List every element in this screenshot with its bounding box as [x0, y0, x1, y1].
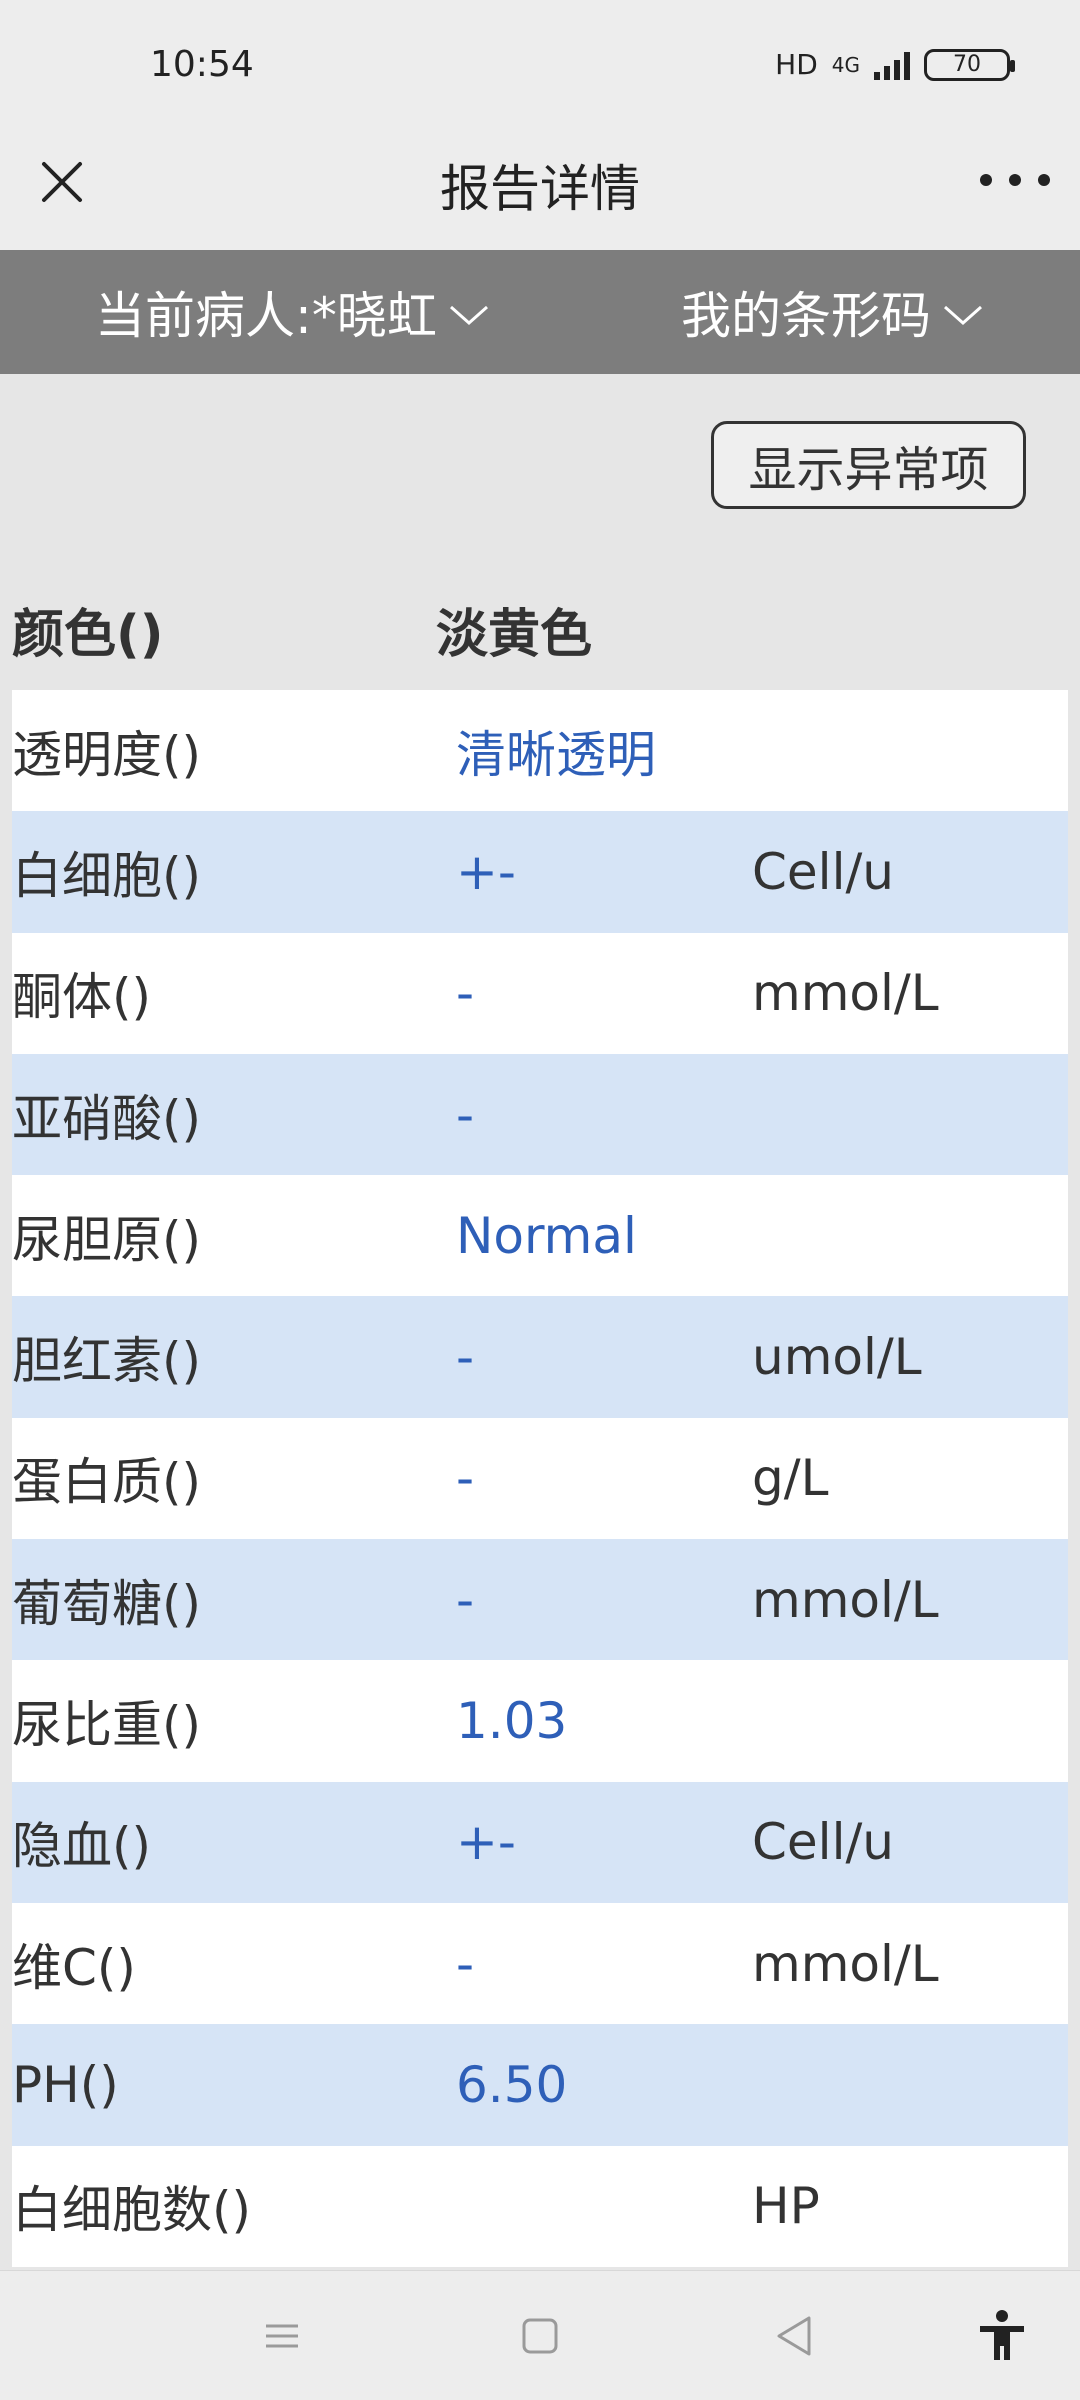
- result-unit: mmol/L: [752, 964, 939, 1023]
- status-bar: 10:54 HD 4G 70: [0, 0, 1080, 120]
- table-row: PH() 6.50: [12, 2024, 1068, 2146]
- more-options-icon[interactable]: [980, 160, 1050, 200]
- result-name: 葡萄糖(): [12, 1574, 202, 1633]
- table-row: 酮体() - mmol/L: [12, 932, 1068, 1054]
- chevron-down-icon: [941, 283, 985, 341]
- battery-level: 70: [953, 52, 981, 77]
- system-nav-bar: [0, 2270, 1080, 2400]
- patient-selector[interactable]: 当前病人:*晓虹: [95, 276, 491, 348]
- result-row-color: 颜色() 淡黄色: [12, 564, 1068, 679]
- status-icons: HD 4G 70: [775, 48, 1015, 81]
- table-row: 亚硝酸() -: [12, 1053, 1068, 1176]
- table-row: 隐血() +- Cell/u: [12, 1781, 1068, 1903]
- result-unit: Cell/u: [752, 842, 894, 901]
- result-unit: umol/L: [752, 1328, 922, 1387]
- back-icon[interactable]: [765, 2306, 825, 2366]
- result-unit: Cell/u: [752, 1813, 894, 1872]
- result-name: 透明度(): [12, 725, 202, 784]
- show-abnormal-button[interactable]: 显示异常项: [711, 421, 1026, 509]
- result-unit: mmol/L: [752, 1570, 939, 1629]
- result-name: 维C(): [12, 1938, 136, 1997]
- result-name: 隐血(): [12, 1817, 152, 1876]
- result-name: 颜色(): [12, 605, 164, 665]
- table-row: 蛋白质() - g/L: [12, 1417, 1068, 1540]
- table-row: 胆红素() - umol/L: [12, 1296, 1068, 1418]
- close-icon[interactable]: [30, 150, 94, 214]
- result-name: 尿胆原(): [12, 1210, 202, 1269]
- results-table: 透明度() 清晰透明 白细胞() +- Cell/u 酮体() - mmol/L…: [12, 690, 1068, 2267]
- result-name: 酮体(): [12, 968, 152, 1027]
- app-root: 10:54 HD 4G 70 报告详情 当前病人:*晓虹 我的条形码 显示异常项…: [0, 0, 1080, 2400]
- result-value: Normal: [456, 1206, 637, 1265]
- result-value: +-: [456, 1813, 516, 1872]
- battery-icon: 70: [924, 48, 1015, 81]
- result-name: 亚硝酸(): [12, 1089, 202, 1148]
- result-value: -: [456, 964, 475, 1023]
- page-title: 报告详情: [440, 160, 640, 218]
- result-unit: mmol/L: [752, 1934, 939, 1993]
- signal-icon: [874, 50, 910, 80]
- hd-label: HD: [775, 48, 818, 81]
- accessibility-icon[interactable]: [972, 2306, 1032, 2366]
- barcode-selector-label: 我的条形码: [680, 287, 931, 345]
- patient-selector-label: 当前病人:*晓虹: [95, 287, 437, 345]
- barcode-selector[interactable]: 我的条形码: [681, 276, 985, 348]
- table-row: 白细胞数() HP: [12, 2145, 1068, 2267]
- table-row: 尿胆原() Normal: [12, 1175, 1068, 1297]
- result-name: PH(): [12, 2055, 119, 2114]
- result-name: 白细胞数(): [12, 2181, 252, 2240]
- result-value: 6.50: [456, 2055, 568, 2114]
- result-name: 蛋白质(): [12, 1453, 202, 1512]
- result-unit: HP: [752, 2177, 820, 2236]
- menu-icon[interactable]: [252, 2306, 312, 2366]
- table-row: 白细胞() +- Cell/u: [12, 811, 1068, 933]
- table-row: 葡萄糖() - mmol/L: [12, 1539, 1068, 1661]
- home-icon[interactable]: [510, 2306, 570, 2366]
- table-row: 尿比重() 1.03: [12, 1660, 1068, 1782]
- network-label: 4G: [831, 52, 860, 77]
- result-value: +-: [456, 842, 516, 901]
- title-bar: 报告详情: [0, 120, 1080, 250]
- table-row: 透明度() 清晰透明: [12, 690, 1068, 812]
- result-value: -: [456, 1328, 475, 1387]
- result-value: -: [456, 1449, 475, 1508]
- status-time: 10:54: [150, 44, 254, 85]
- result-value: -: [456, 1934, 475, 1993]
- result-name: 尿比重(): [12, 1696, 202, 1755]
- chevron-down-icon: [447, 283, 491, 341]
- filter-bar: 当前病人:*晓虹 我的条形码: [0, 250, 1080, 374]
- result-name: 白细胞(): [12, 846, 202, 905]
- result-value: 清晰透明: [456, 725, 656, 784]
- report-content: 显示异常项 颜色() 淡黄色 透明度() 清晰透明 白细胞() +- Cell/…: [0, 374, 1080, 2270]
- table-row: 维C() - mmol/L: [12, 1902, 1068, 2025]
- result-name: 胆红素(): [12, 1332, 202, 1391]
- result-value: 1.03: [456, 1692, 568, 1751]
- result-unit: g/L: [752, 1449, 829, 1508]
- result-value: 淡黄色: [436, 605, 593, 665]
- result-value: -: [456, 1085, 475, 1144]
- result-value: -: [456, 1570, 475, 1629]
